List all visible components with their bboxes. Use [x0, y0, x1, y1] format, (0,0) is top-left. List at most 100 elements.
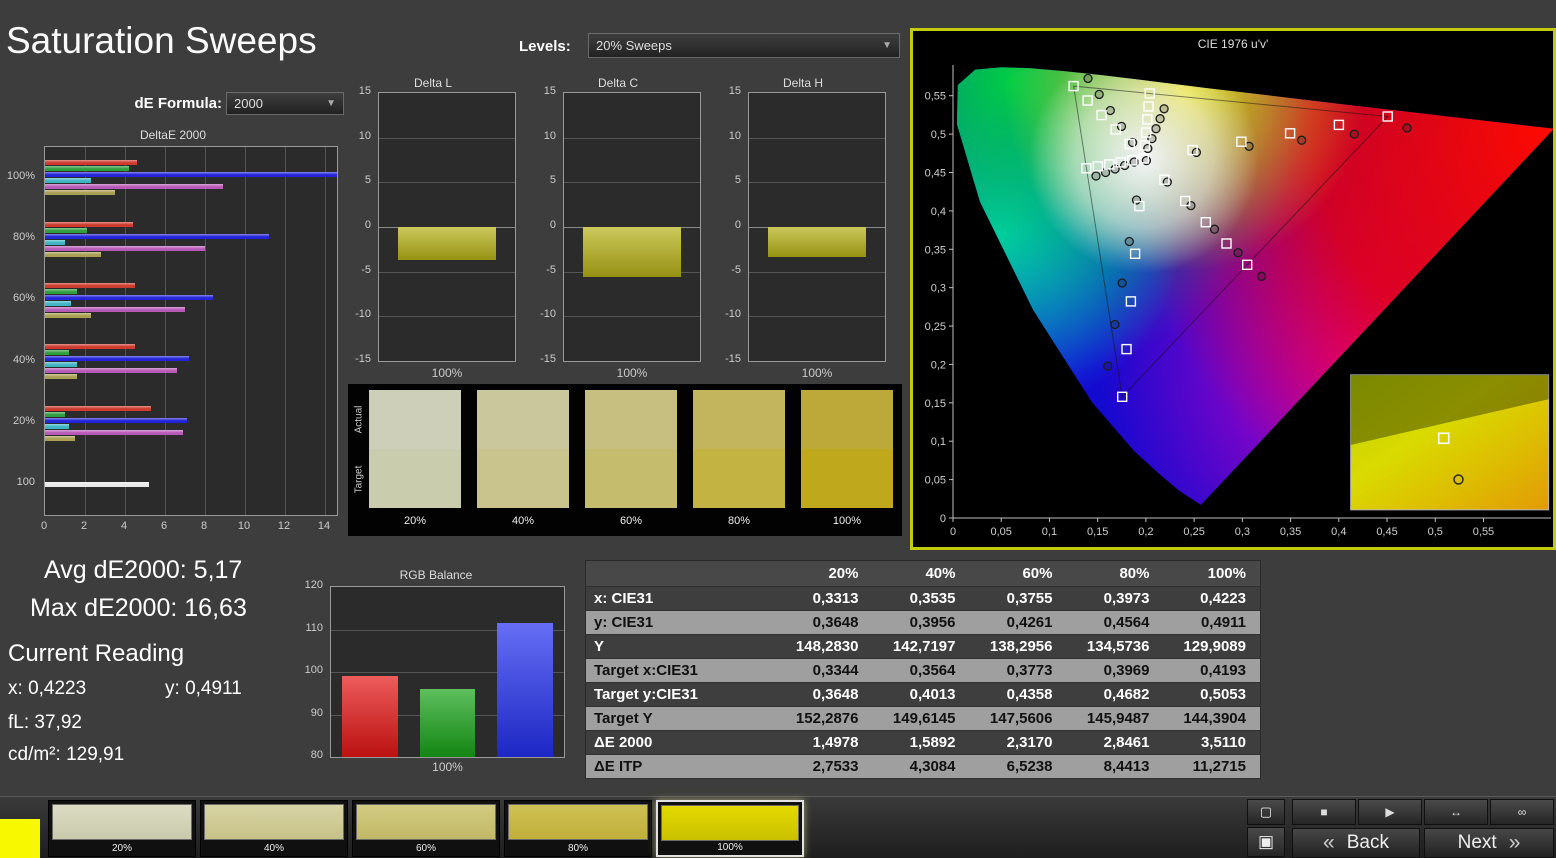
patch-label: 100% [717, 842, 743, 853]
axis-tick-label: 120 [304, 579, 323, 591]
axis-tick-label: 5 [549, 174, 556, 187]
play-button[interactable]: ▶ [1358, 799, 1422, 825]
current-reading-title: Current Reading [8, 640, 185, 667]
svg-text:0,25: 0,25 [925, 321, 946, 333]
svg-text:0: 0 [950, 526, 956, 538]
next-chevron-icon: » [1508, 831, 1521, 854]
patch-button-100pct[interactable]: 100% [656, 800, 804, 857]
axis-tick-label: 10 [543, 129, 556, 142]
table-cell: 144,3904 [1183, 710, 1246, 727]
svg-text:0,1: 0,1 [1042, 526, 1057, 538]
svg-text:0,25: 0,25 [1183, 526, 1204, 538]
cie-diagram: 00 0,05 0,05 0,1 0,1 0,15 0,15 0,2 0,2 0,25 0,25 0,… [925, 65, 1553, 538]
patch-button-80pct[interactable]: 80% [504, 800, 652, 857]
patch-button-20pct[interactable]: 20% [48, 800, 196, 857]
table-cell: 11,2715 [1192, 758, 1246, 775]
svg-text:0,35: 0,35 [925, 244, 946, 256]
deltae-plot [44, 146, 338, 516]
table-cell: 2,7533 [812, 758, 859, 775]
stop-button[interactable]: ■ [1292, 799, 1356, 825]
fl-label: fL: [8, 712, 30, 733]
rgb-balance-chart: RGB Balance 120 110 100 90 80 100% [302, 568, 570, 778]
category-label: 20% [12, 415, 35, 427]
target-swatch [585, 449, 677, 508]
table-cell: 149,6145 [892, 710, 956, 727]
back-button[interactable]: « Back [1292, 828, 1420, 858]
delta-h-y-axis: 15 10 5 0 -5 -10 -15 [720, 85, 744, 365]
current-color-patch [0, 819, 40, 858]
gridline [379, 271, 515, 273]
actual-swatch [801, 390, 893, 449]
delta-h-plot [748, 92, 886, 362]
svg-text:0,55: 0,55 [925, 91, 946, 103]
row-label: Y [594, 638, 605, 655]
bar-magenta [45, 429, 183, 435]
table-cell: 0,3773 [1006, 662, 1053, 679]
bar-blue [45, 233, 269, 239]
gridline [379, 316, 515, 318]
actual-target-swatches: Actual Target 20% 40% 60% 80% 100% [348, 384, 902, 536]
gridline [85, 147, 86, 515]
actual-swatch [477, 390, 569, 449]
axis-tick-label: -10 [355, 308, 371, 321]
table-row: Target x:CIE31 0,3344 0,3564 0,3773 0,3969 0,… [585, 658, 1261, 683]
delta-l-plot [378, 92, 516, 362]
delta-c-y-axis: 15 10 5 0 -5 -10 -15 [535, 85, 559, 365]
svg-text:0,5: 0,5 [931, 129, 946, 141]
axis-tick-label: -15 [725, 353, 741, 365]
levels-dropdown[interactable]: 20% Sweeps ▼ [588, 33, 900, 58]
actual-swatch [369, 390, 461, 449]
table-header-cell: 40% [872, 560, 970, 587]
table-row: Y 148,2830 142,7197 138,2956 134,5736 129,908… [585, 634, 1261, 659]
rgb-plot [330, 586, 565, 758]
continuous-button[interactable]: ∞ [1490, 799, 1554, 825]
next-button[interactable]: Next » [1424, 828, 1554, 858]
table-row: Target Y 152,2876 149,6145 147,5606 145,9487… [585, 706, 1261, 731]
gridline [245, 147, 246, 515]
svg-text:0,55: 0,55 [1473, 526, 1494, 538]
fl-value: 37,92 [34, 712, 82, 733]
delta-c-chart: Delta C 15 10 5 0 -5 -10 -15 100% [535, 76, 701, 386]
axis-tick-label: -15 [355, 353, 371, 365]
table-cell: 0,4223 [1200, 590, 1246, 607]
patch-window-button[interactable]: ▣ [1247, 827, 1285, 857]
bar-cyan [45, 362, 77, 368]
bar-100% [768, 227, 866, 258]
row-label: x: CIE31 [594, 590, 654, 607]
bar-blue [45, 417, 187, 423]
table-cell: 0,4911 [1200, 614, 1246, 631]
svg-text:0,45: 0,45 [925, 167, 946, 179]
gridline [749, 316, 885, 318]
table-cell: 134,5736 [1086, 638, 1150, 655]
avg-de2000: Avg dE2000: 5,17 [44, 556, 242, 585]
actual-swatch [693, 390, 785, 449]
axis-tick-label: 10 [358, 129, 371, 142]
table-cell: 0,5053 [1200, 686, 1246, 703]
swatch-column: 100% [801, 390, 893, 527]
svg-text:0,4: 0,4 [931, 206, 946, 218]
bar-magenta [45, 368, 177, 374]
gridline [285, 147, 286, 515]
table-cell: 152,2876 [795, 710, 859, 727]
axis-tick-label: 15 [358, 85, 371, 97]
bar-magenta [45, 184, 223, 190]
gridline [564, 316, 700, 318]
axis-tick-label: 10 [237, 520, 251, 532]
gridline [205, 147, 206, 515]
field-size-button[interactable]: ↔ [1424, 799, 1488, 825]
actual-swatch [585, 390, 677, 449]
layout-button[interactable]: ▢ [1247, 799, 1285, 825]
de-formula-dropdown[interactable]: 2000 ▼ [226, 92, 344, 115]
patch-button-60pct[interactable]: 60% [352, 800, 500, 857]
axis-tick-label: 100 [304, 664, 323, 676]
table-cell: 145,9487 [1086, 710, 1150, 727]
current-fl: fL: 37,92 [8, 712, 82, 734]
table-row: Target y:CIE31 0,3648 0,4013 0,4358 0,4682 0,… [585, 682, 1261, 707]
axis-tick-label: 90 [310, 706, 323, 719]
row-label: Target x:CIE31 [594, 662, 698, 679]
max-de2000: Max dE2000: 16,63 [30, 594, 247, 623]
patch-button-40pct[interactable]: 40% [200, 800, 348, 857]
x-value: 0,4223 [28, 678, 87, 699]
gridline [564, 182, 700, 184]
delta-l-x-label: 100% [431, 366, 463, 380]
